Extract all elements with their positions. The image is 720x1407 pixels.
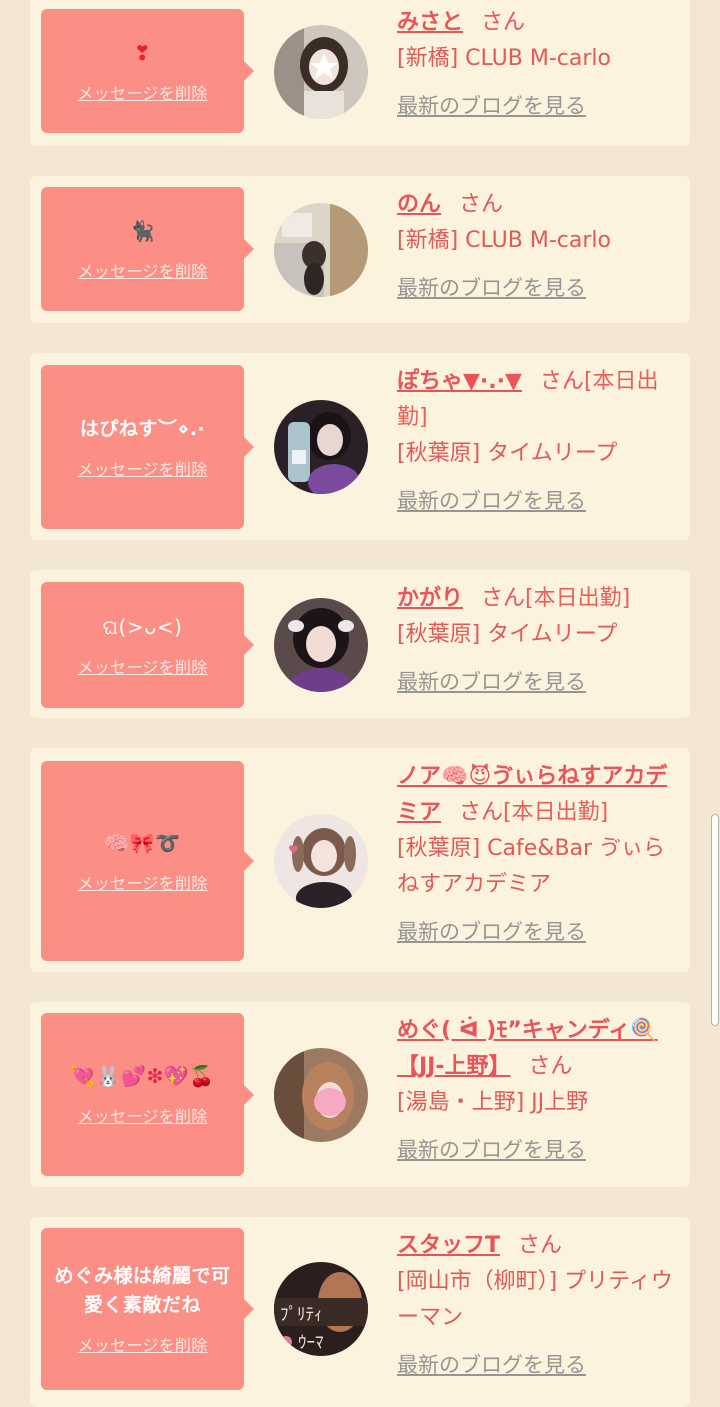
attendance-status: [本日出勤] xyxy=(503,800,609,825)
message-bubble: ଘ(>ᴗ<) メッセージを削除 xyxy=(41,582,254,708)
message-card: ❣ メッセージを削除 みさと さん [新橋] CLUB M-carlo 最新のブロ… xyxy=(30,0,690,146)
cast-info: みさと さん [新橋] CLUB M-carlo 最新のブログを見る xyxy=(397,5,677,120)
message-bubble: めぐみ様は綺麗で可愛く素敵だね メッセージを削除 xyxy=(41,1228,254,1390)
message-card: はぴねす︶⋄.· メッセージを削除 ぽちゃ▼·.·▼ さん[本日出勤] [秋葉原]… xyxy=(30,353,690,540)
latest-blog-link[interactable]: 最新のブログを見る xyxy=(397,666,586,696)
cast-name-link[interactable]: ぽちゃ▼·.·▼ xyxy=(397,369,522,394)
honorific: さん xyxy=(481,586,526,611)
shop-name: [湯島・上野] JJ上野 xyxy=(397,1090,589,1115)
delete-message-link[interactable]: メッセージを削除 xyxy=(77,258,207,282)
avatar[interactable] xyxy=(274,1048,368,1142)
cast-name-link[interactable]: かがり xyxy=(397,586,463,611)
delete-message-link[interactable]: メッセージを削除 xyxy=(77,80,207,104)
cast-info: のん さん [新橋] CLUB M-carlo 最新のブログを見る xyxy=(397,187,677,302)
message-bubble: ❣ メッセージを削除 xyxy=(41,9,254,133)
message-bubble: 🐈‍⬛ メッセージを削除 xyxy=(41,187,254,311)
honorific: さん xyxy=(518,1233,563,1258)
delete-message-link[interactable]: メッセージを削除 xyxy=(77,654,207,678)
shop-name: [秋葉原] タイムリープ xyxy=(397,622,618,647)
message-text: 💘🐰💕❇💖🍒 xyxy=(70,1064,215,1088)
svg-text:ﾌﾟﾘﾃｨ: ﾌﾟﾘﾃｨ xyxy=(280,1305,323,1325)
avatar[interactable] xyxy=(274,203,368,297)
latest-blog-link[interactable]: 最新のブログを見る xyxy=(397,1134,586,1164)
message-text: 🐈‍⬛ xyxy=(129,218,156,243)
avatar[interactable]: ♥ xyxy=(274,814,368,908)
message-card: 💘🐰💕❇💖🍒 メッセージを削除 めぐ( ᐛ )ﾓ”キャンディ🍭【JJ-上野】 さん… xyxy=(30,1002,690,1187)
latest-blog-link[interactable]: 最新のブログを見る xyxy=(397,485,586,515)
avatar[interactable] xyxy=(274,598,368,692)
avatar[interactable] xyxy=(274,25,368,119)
honorific: さん xyxy=(459,192,504,217)
delete-message-link[interactable]: メッセージを削除 xyxy=(77,1332,207,1356)
message-bubble: はぴねす︶⋄.· メッセージを削除 xyxy=(41,365,254,529)
cast-info: めぐ( ᐛ )ﾓ”キャンディ🍭【JJ-上野】 さん [湯島・上野] JJ上野 最新… xyxy=(397,1013,677,1164)
honorific: さん xyxy=(528,1054,573,1079)
avatar[interactable]: ﾌﾟﾘﾃｨ ｳｰﾏ xyxy=(274,1262,368,1356)
honorific: さん xyxy=(459,800,504,825)
message-card: 🧠🎀➰ メッセージを削除 ♥ ノア🧠😈ゔぃらねすアカデミア さん[本日出勤] [秋… xyxy=(30,748,690,972)
message-bubble: 💘🐰💕❇💖🍒 メッセージを削除 xyxy=(41,1013,254,1176)
shop-name: [岡山市（柳町）] プリティウーマン xyxy=(397,1269,673,1330)
cast-name-link[interactable]: スタッフT xyxy=(397,1233,500,1258)
cast-info: ぽちゃ▼·.·▼ さん[本日出勤] [秋葉原] タイムリープ 最新のブログを見る xyxy=(397,364,677,515)
message-text: めぐみ様は綺麗で可愛く素敵だね xyxy=(54,1265,231,1316)
shop-name: [秋葉原] タイムリープ xyxy=(397,441,618,466)
delete-message-link[interactable]: メッセージを削除 xyxy=(77,456,207,480)
message-card: 🐈‍⬛ メッセージを削除 のん さん [新橋] CLUB M-carlo 最新のブ… xyxy=(30,176,690,323)
message-card: ଘ(>ᴗ<) メッセージを削除 かがり さん[本日出勤] [秋葉原] タイムリープ… xyxy=(30,570,690,718)
delete-message-link[interactable]: メッセージを削除 xyxy=(77,870,207,894)
message-text: ଘ(>ᴗ<) xyxy=(102,614,183,639)
shop-name: [新橋] CLUB M-carlo xyxy=(397,46,611,71)
delete-message-link[interactable]: メッセージを削除 xyxy=(77,1103,207,1127)
cast-name-link[interactable]: めぐ( ᐛ )ﾓ”キャンディ🍭【JJ-上野】 xyxy=(397,1018,658,1079)
latest-blog-link[interactable]: 最新のブログを見る xyxy=(397,1349,586,1379)
message-feed: ❣ メッセージを削除 みさと さん [新橋] CLUB M-carlo 最新のブロ… xyxy=(0,0,720,1407)
message-bubble: 🧠🎀➰ メッセージを削除 xyxy=(41,761,254,961)
shop-name: [新橋] CLUB M-carlo xyxy=(397,228,611,253)
cast-info: かがり さん[本日出勤] [秋葉原] タイムリープ 最新のブログを見る xyxy=(397,581,677,696)
message-card: めぐみ様は綺麗で可愛く素敵だね メッセージを削除 ﾌﾟﾘﾃｨ ｳｰﾏ スタッフT… xyxy=(30,1217,690,1407)
honorific: さん xyxy=(539,369,584,394)
latest-blog-link[interactable]: 最新のブログを見る xyxy=(397,90,586,120)
cast-info: ノア🧠😈ゔぃらねすアカデミア さん[本日出勤] [秋葉原] Cafe&Bar ゔぃ… xyxy=(397,759,677,946)
svg-text:♥: ♥ xyxy=(288,843,299,857)
attendance-status: [本日出勤] xyxy=(525,586,631,611)
avatar[interactable] xyxy=(274,400,368,494)
shop-name: [秋葉原] Cafe&Bar ゔぃらねすアカデミア xyxy=(397,836,666,897)
latest-blog-link[interactable]: 最新のブログを見る xyxy=(397,272,586,302)
honorific: さん xyxy=(481,10,526,35)
cast-name-link[interactable]: のん xyxy=(397,192,441,217)
latest-blog-link[interactable]: 最新のブログを見る xyxy=(397,916,586,946)
cast-name-link[interactable]: みさと xyxy=(397,10,463,35)
scrollbar[interactable] xyxy=(711,814,719,1026)
message-text: 🧠🎀➰ xyxy=(104,830,181,855)
cast-info: スタッフT さん [岡山市（柳町）] プリティウーマン 最新のブログを見る xyxy=(397,1228,677,1379)
message-text: はぴねす︶⋄.· xyxy=(79,417,206,440)
svg-text:ｳｰﾏ: ｳｰﾏ xyxy=(298,1333,324,1353)
message-text: ❣ xyxy=(133,40,152,65)
